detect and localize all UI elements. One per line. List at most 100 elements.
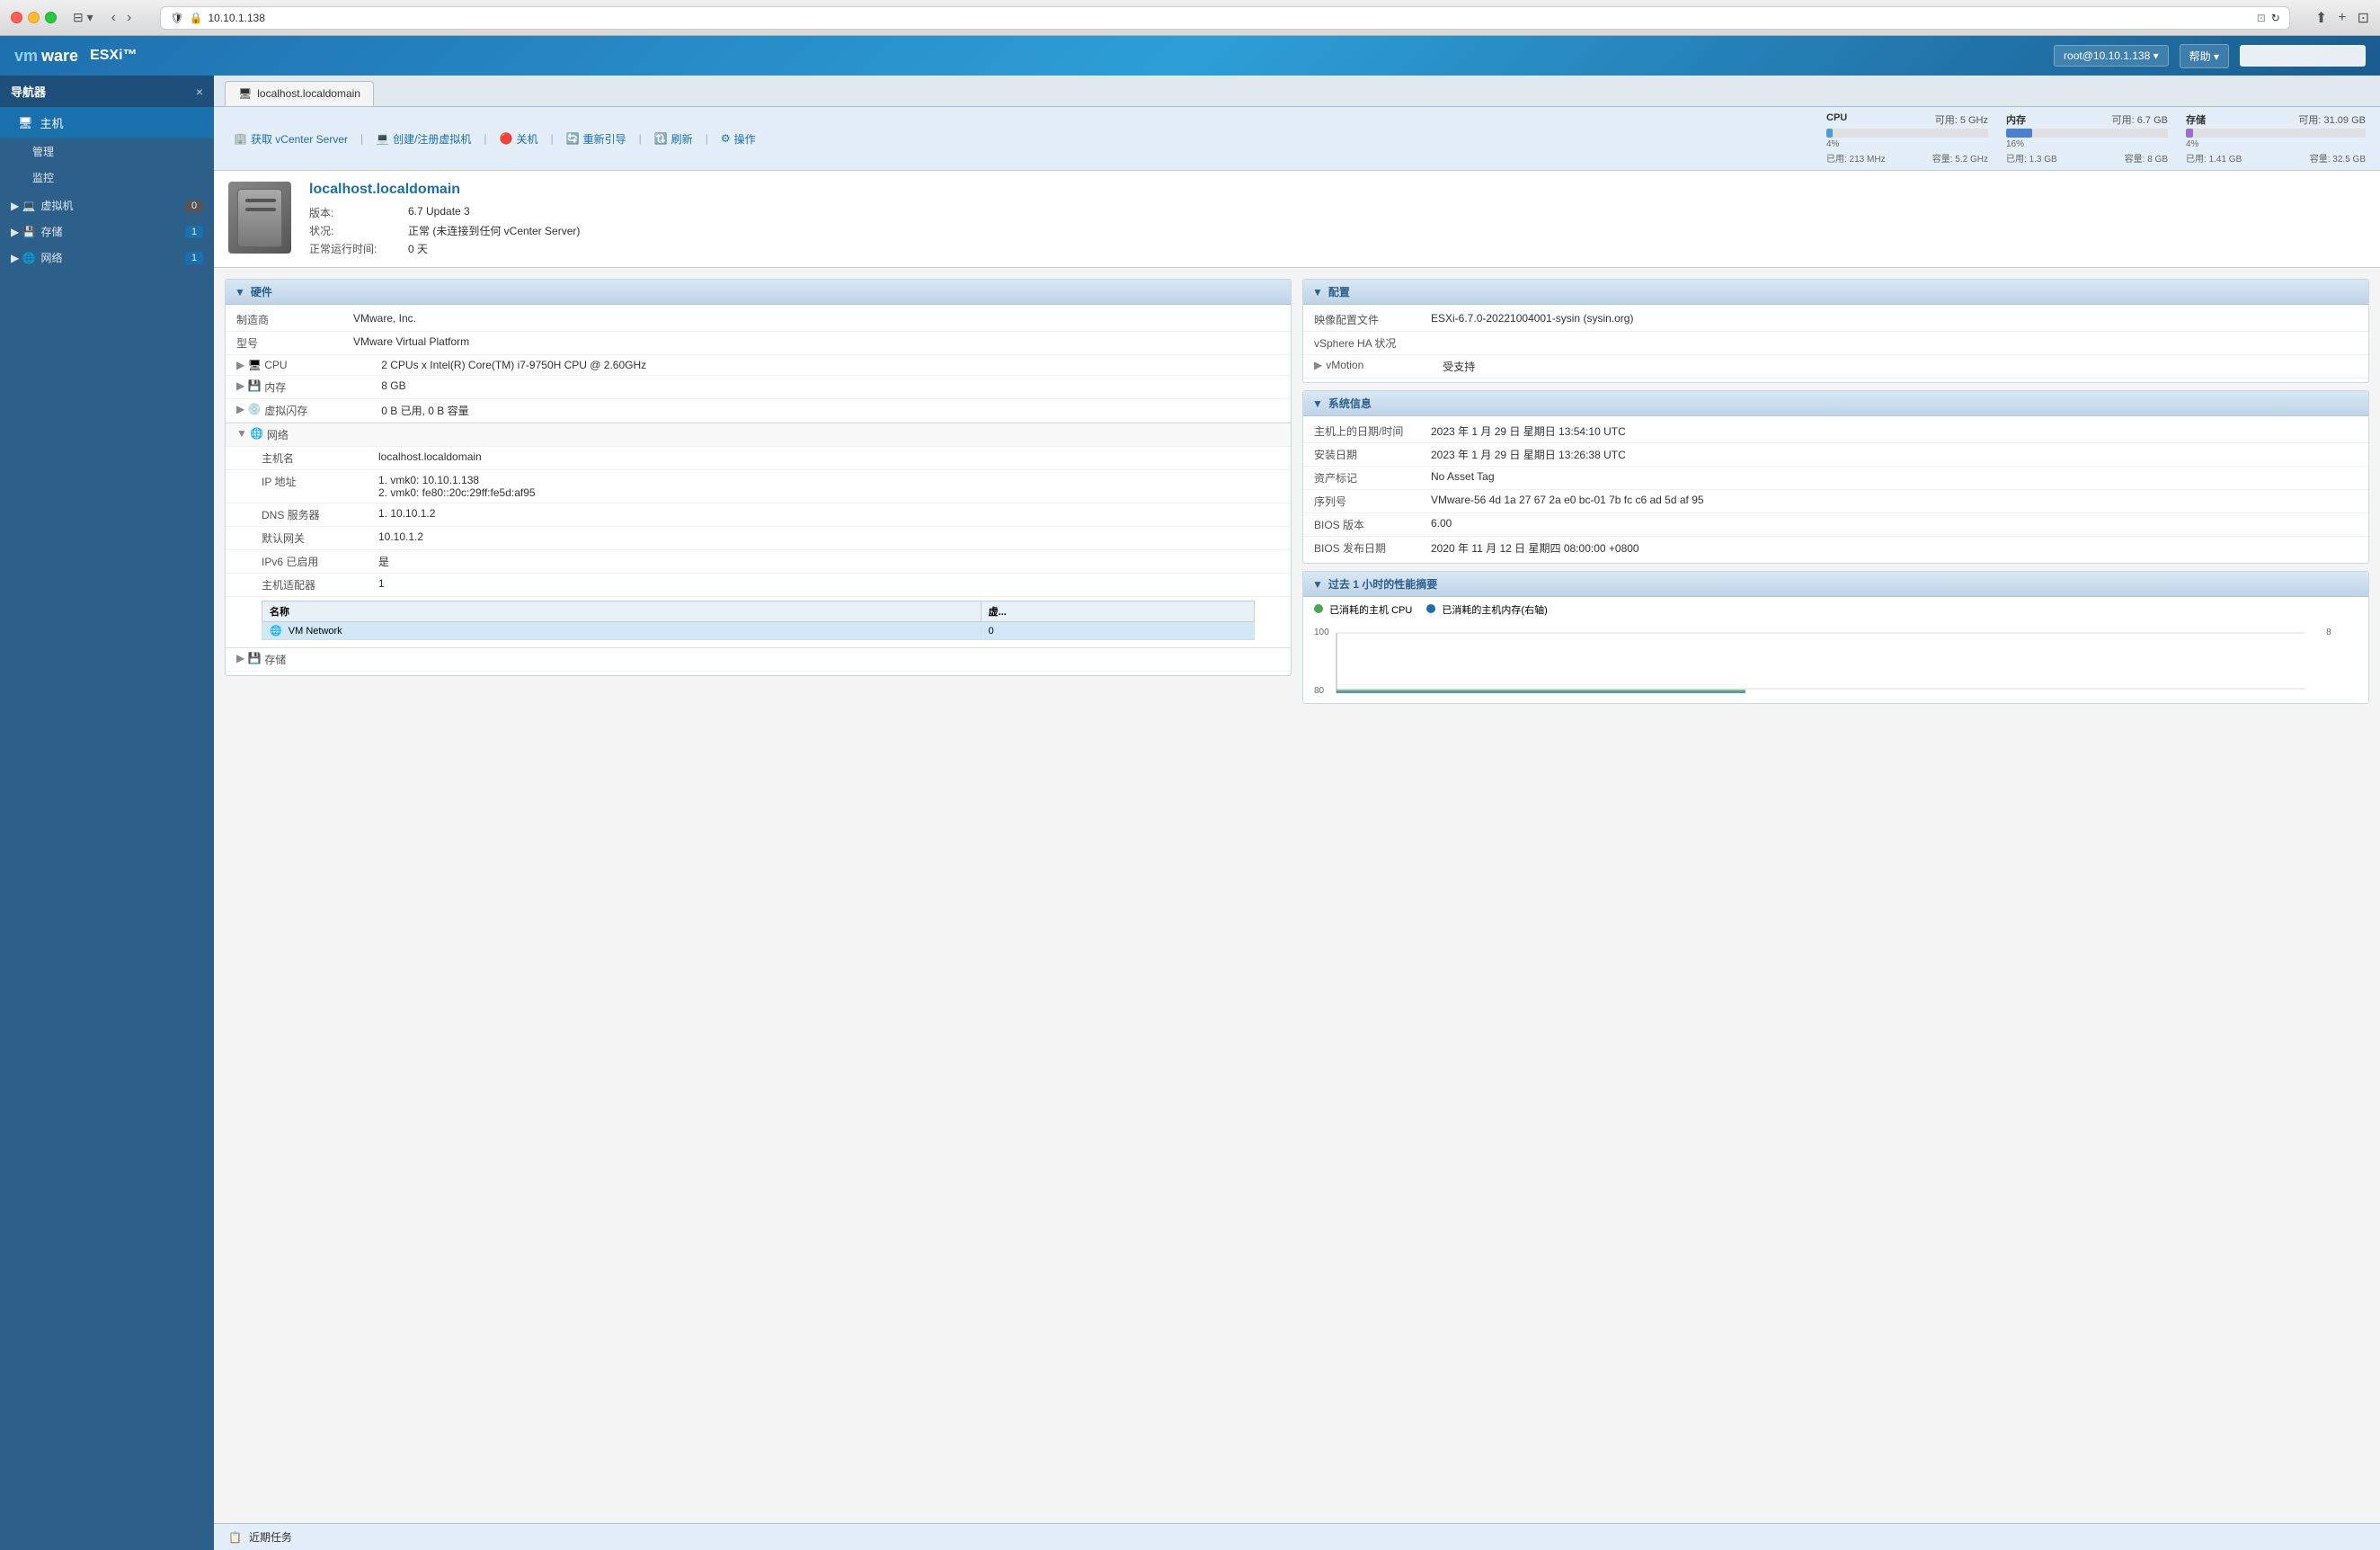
vmotion-row[interactable]: ▶ vMotion 受支持 [1303,355,2368,379]
refresh-icon: 🔃 [654,132,668,145]
forward-button[interactable]: › [123,8,135,28]
global-search-input[interactable] [2240,45,2366,67]
ipv6-value: 是 [378,554,1280,569]
image-value: ESXi-6.7.0-20221004001-sysin (sysin.org) [1431,312,2358,325]
sidebar-item-manage[interactable]: 管理 [0,138,214,165]
sidebar-item-monitor[interactable]: 监控 [0,165,214,191]
network-header-row[interactable]: ▼ 🌐 网络 [226,423,1291,447]
manufacturer-label: 制造商 [236,312,353,327]
sidebar-toggle-icon[interactable]: ⊟ ▾ [73,10,93,25]
storage-group-label: 存储 [41,224,63,239]
sidebar-group-vms[interactable]: ▶ 💻 虚拟机 0 [0,191,214,217]
create-vm-icon: 💻 [376,132,389,145]
system-info-panel: ▼ 系统信息 主机上的日期/时间 2023 年 1 月 29 日 星期日 13:… [1302,390,2369,564]
config-panel: ▼ 配置 映像配置文件 ESXi-6.7.0-20221004001-sysin… [1302,279,2369,383]
asset-row: 资产标记 No Asset Tag [1303,467,2368,490]
perf-section-header[interactable]: ▼ 过去 1 小时的性能摘要 [1303,572,2368,597]
add-tab-icon[interactable]: + [2338,10,2346,26]
cpu-capacity: 容量: 5.2 GHz [1932,151,1988,165]
host-name-title: localhost.localdomain [309,182,2366,198]
vmotion-label: vMotion [1326,359,1443,371]
perf-legend: 已消耗的主机 CPU 已消耗的主机内存(右轴) [1303,597,2368,622]
refresh-button[interactable]: 🔃 刷新 [649,129,698,149]
mac-close-btn[interactable] [11,12,22,23]
table-row[interactable]: 🌐 VM Network 0 [262,622,1255,640]
vmware-logo: vmware ESXi™ [14,47,138,66]
user-menu-button[interactable]: root@10.10.1.138 ▾ [2054,45,2169,67]
memory-label: 内存 [264,379,381,395]
host-info-panel: localhost.localdomain 版本: 6.7 Update 3 状… [214,171,2380,267]
network-badge: 1 [185,252,203,264]
sidebar-manage-label: 管理 [32,146,54,158]
dns-label: DNS 服务器 [262,507,378,522]
mac-maximize-btn[interactable] [45,12,57,23]
ipv6-label: IPv6 已启用 [262,554,378,569]
performance-panel: ▼ 过去 1 小时的性能摘要 已消耗的主机 CPU 已消耗的主机内存(右轴) [1302,571,2369,704]
dns-value: 1. 10.10.1.2 [378,507,1280,520]
memory-row[interactable]: ▶ 💾 内存 8 GB [226,376,1291,399]
tasks-icon: 📋 [228,1531,242,1544]
svg-text:100: 100 [1314,628,1329,637]
refresh-icon[interactable]: ↻ [2271,12,2280,24]
logo-product: ESXi™ [90,48,137,64]
network-table-container: 名称 虚... 🌐 VM Network [226,597,1291,647]
cpu-row[interactable]: ▶ 🖥 CPU 2 CPUs x Intel(R) Core(TM) i7-97… [226,355,1291,376]
system-info-header[interactable]: ▼ 系统信息 [1303,391,2368,416]
sidebar-title: 导航器 [11,83,46,100]
sidebar-group-storage[interactable]: ▶ 💾 存储 1 [0,217,214,243]
hardware-section-header[interactable]: ▼ 硬件 [226,280,1291,305]
recent-tasks-bar[interactable]: 📋 近期任务 [214,1523,2380,1550]
actions-button[interactable]: ⚙ 操作 [715,129,761,149]
recent-tasks-label: 近期任务 [249,1529,292,1545]
storage-hw-label: 存储 [264,652,381,667]
sidebar-group-network[interactable]: ▶ 🌐 网络 1 [0,243,214,269]
back-button[interactable]: ‹ [108,8,120,28]
reboot-button[interactable]: 🔄 重新引导 [561,129,632,149]
sidebar-close-button[interactable]: × [196,85,203,99]
content-tab-bar: 🖥 localhost.localdomain [214,76,2380,107]
ip-label: IP 地址 [262,474,378,489]
cpu-used: 已用: 213 MHz [1826,151,1886,165]
vsphere-ha-label: vSphere HA 状况 [1314,335,1431,351]
create-vm-button[interactable]: 💻 创建/注册虚拟机 [370,129,476,149]
serial-label: 序列号 [1314,494,1431,509]
tab-localhost[interactable]: 🖥 localhost.localdomain [225,81,374,106]
separator-4: | [639,132,642,145]
reboot-label: 重新引导 [583,131,626,147]
vm-badge: 0 [185,200,203,212]
shutdown-button[interactable]: 🔴 关机 [494,129,544,149]
shutdown-icon: 🔴 [500,132,513,145]
config-section-header[interactable]: ▼ 配置 [1303,280,2368,305]
version-value: 6.7 Update 3 [408,205,2366,220]
vflash-row[interactable]: ▶ 💿 虚拟闪存 0 B 已用, 0 B 容量 [226,399,1291,423]
share-icon[interactable]: ⬆ [2315,9,2327,27]
net-row-value: 0 [981,622,1254,640]
cpu-metric-label: CPU [1826,112,1847,127]
ip-values: 1. vmk0: 10.10.1.138 2. vmk0: fe80::20c:… [378,474,1280,499]
sysinfo-collapse-icon: ▼ [1312,397,1323,410]
ip-value-1: 1. vmk0: 10.10.1.138 [378,474,1280,486]
storage-capacity: 容量: 32.5 GB [2310,151,2366,165]
get-vcenter-button[interactable]: 🏢 获取 vCenter Server [228,129,353,149]
dns-row: DNS 服务器 1. 10.10.1.2 [226,503,1291,527]
shutdown-label: 关机 [516,131,537,147]
config-content: 映像配置文件 ESXi-6.7.0-20221004001-sysin (sys… [1303,305,2368,382]
separator-3: | [551,132,554,145]
tab-overview-icon[interactable]: ⊡ [2358,9,2369,27]
storage-hw-row[interactable]: ▶ 💾 存储 [226,647,1291,672]
cpu-bar [1826,129,1833,138]
storage-metric: 存储 可用: 31.09 GB 4% 已用: 1.41 GB 容量: 32.5 … [2186,112,2366,165]
address-bar[interactable]: 🛡 🔒 10.10.1.138 ⊡ ↻ [160,6,2290,30]
network-label: 网络 [267,427,384,442]
sidebar-item-host[interactable]: 🖥 主机 [0,107,214,138]
reader-icon[interactable]: ⊡ [2257,12,2266,24]
storage-bar [2186,129,2193,138]
cpu-metric: CPU 可用: 5 GHz 4% 已用: 213 MHz 容量: 5.2 GHz [1826,112,1988,165]
url-text: 10.10.1.138 [209,12,265,24]
help-menu-button[interactable]: 帮助 ▾ [2180,44,2229,68]
tab-host-label: localhost.localdomain [257,87,360,100]
mac-minimize-btn[interactable] [28,12,40,23]
bios-version-label: BIOS 版本 [1314,517,1431,532]
mac-nav-buttons: ‹ › [108,8,136,28]
system-info-content: 主机上的日期/时间 2023 年 1 月 29 日 星期日 13:54:10 U… [1303,416,2368,563]
